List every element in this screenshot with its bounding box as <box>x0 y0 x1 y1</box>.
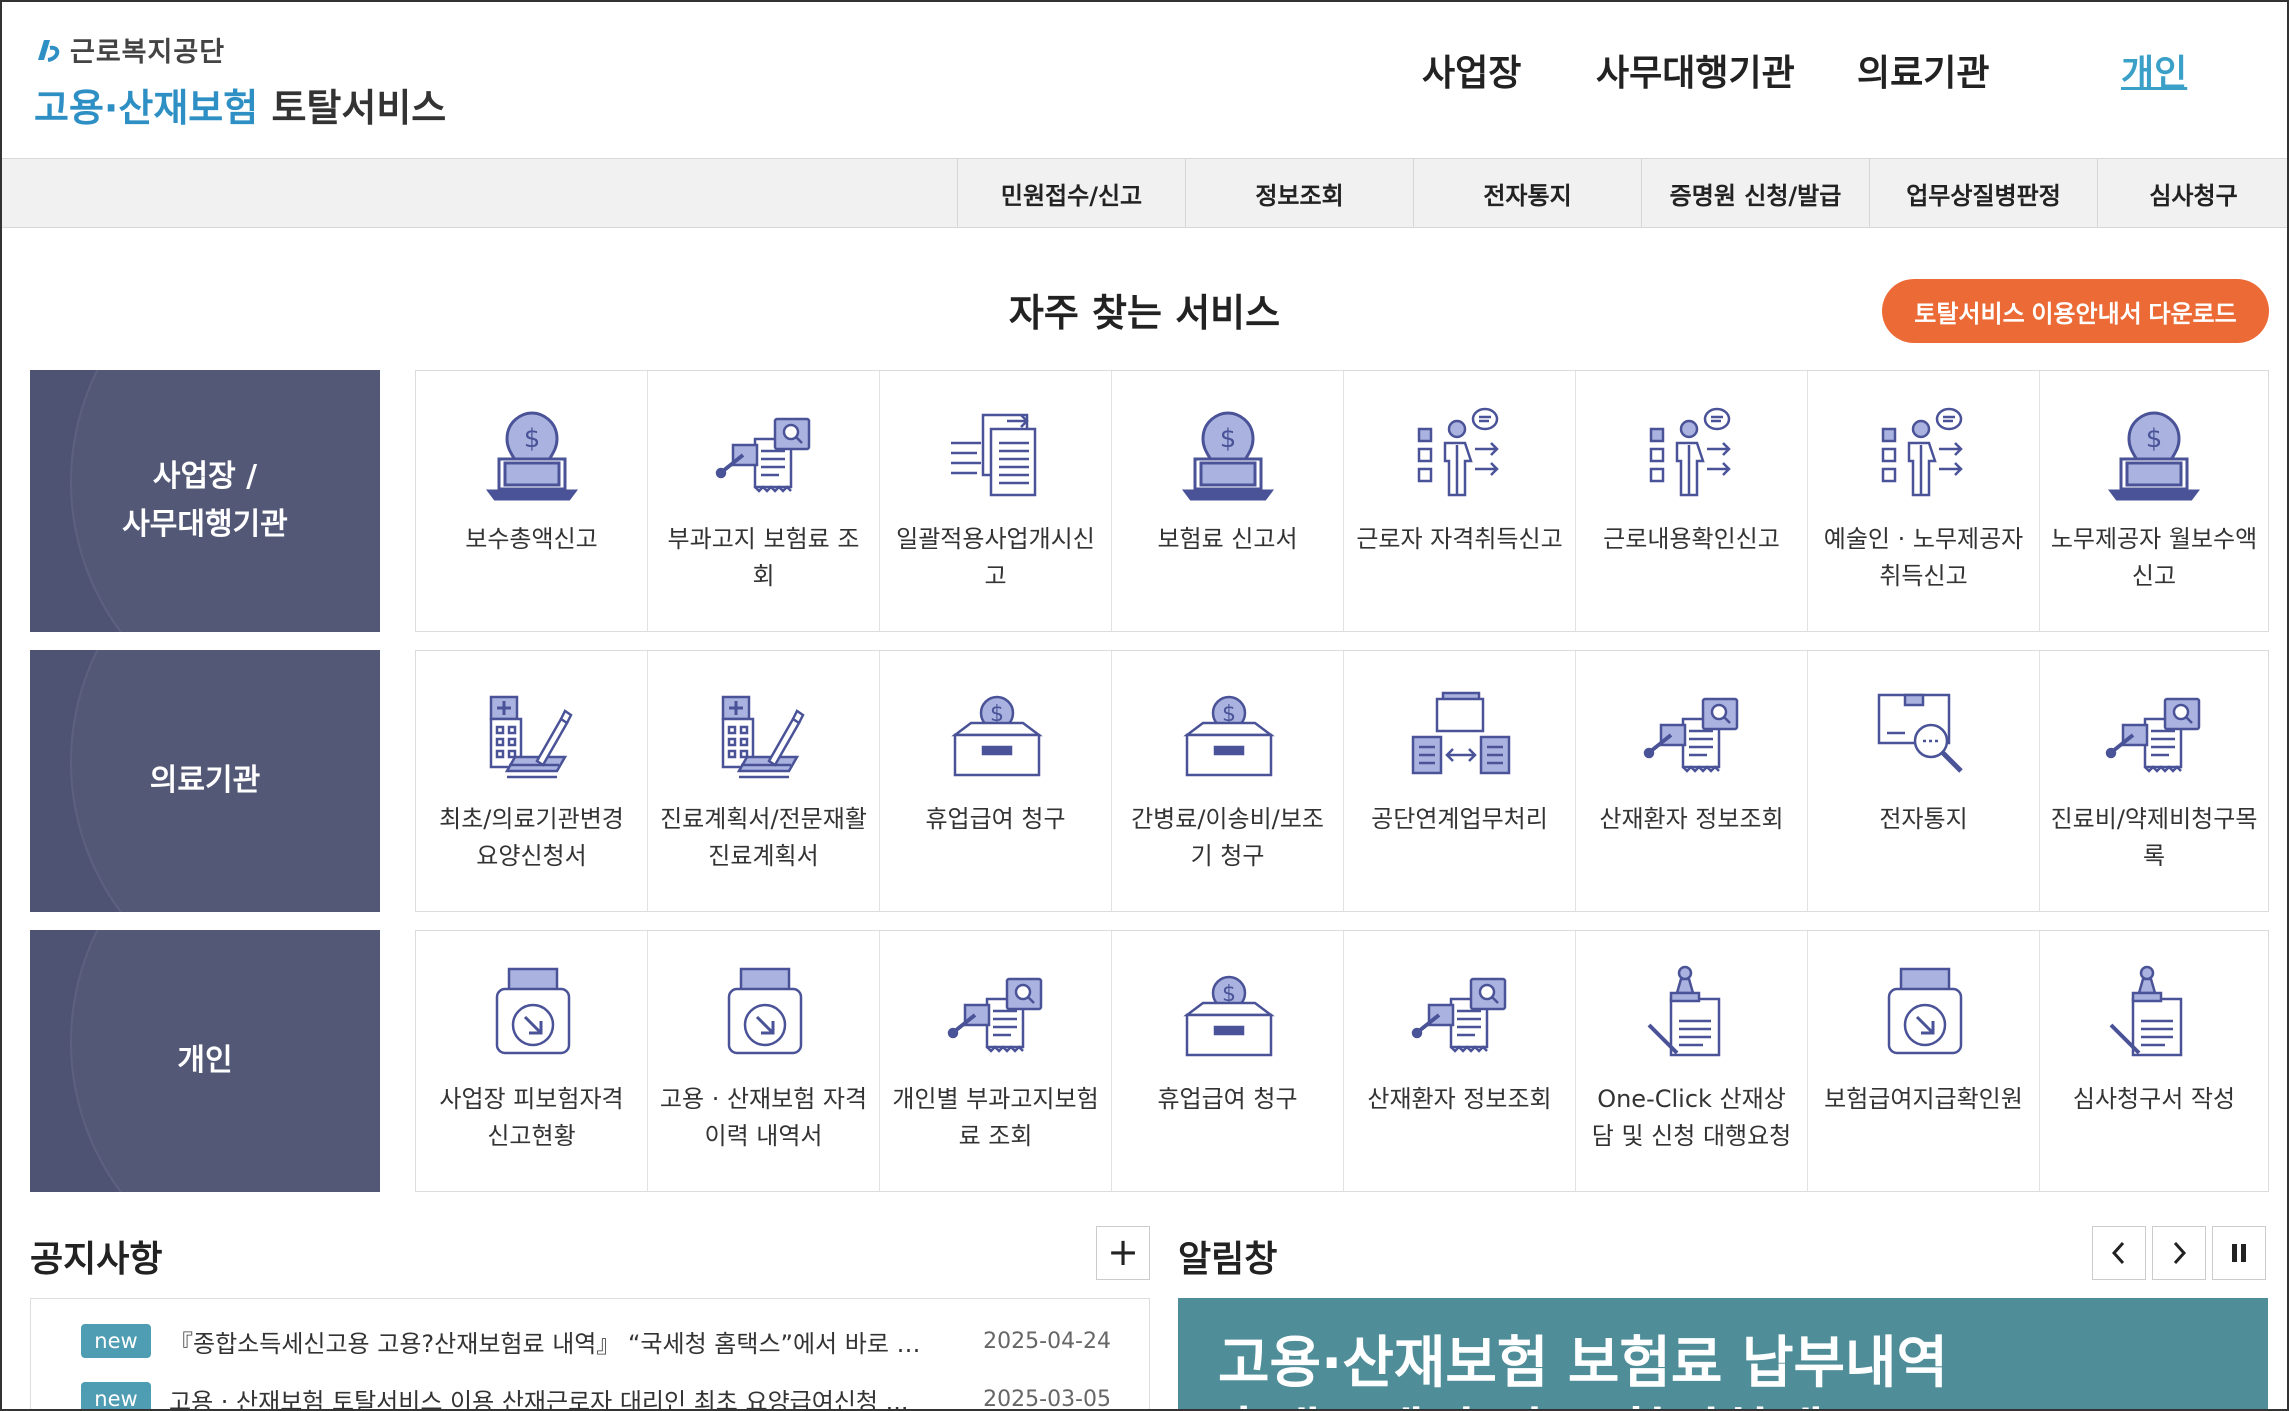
nav-personal[interactable]: 개인 <box>2121 44 2187 96</box>
service-qualification-history[interactable]: 고용 · 산재보험 자격 이력 내역서 <box>648 931 880 1191</box>
service-grid-medical: 최초/의료기관변경 요양신청서 진료계획서/전문재활진료계획서 휴업급여 청구 … <box>415 650 2269 912</box>
service-linked-work[interactable]: 공단연계업무처리 <box>1344 651 1576 911</box>
service-bulk-business-start[interactable]: 일괄적용사업개시신고 <box>880 371 1112 631</box>
notice-date: 2025-04-24 <box>983 1328 1111 1354</box>
banner-subline: 홈택스에서 바로 확인하세요! <box>1218 1390 1901 1411</box>
new-badge: new <box>81 1382 151 1411</box>
service-leave-benefit-claim-personal[interactable]: 휴업급여 청구 <box>1112 931 1344 1191</box>
service-wage-total-report[interactable]: 보수총액신고 <box>416 371 648 631</box>
service-initial-care-request[interactable]: 최초/의료기관변경 요양신청서 <box>416 651 648 911</box>
notice-item[interactable]: new 고용 · 산재보험 토탈서비스 이용 산재근로자 대리인 최초 요양급여… <box>81 1379 1111 1411</box>
category-personal: 개인 <box>30 930 380 1192</box>
menu-occupational-disease[interactable]: 업무상질병판정 <box>1869 159 2097 227</box>
service-medical-fee-list[interactable]: 진료비/약제비청구목록 <box>2040 651 2268 911</box>
money-laptop-icon <box>487 411 576 501</box>
category-workplace-agency: 사업장 / 사무대행기관 <box>30 370 380 632</box>
download-printer-icon <box>727 967 802 1055</box>
service-insured-status[interactable]: 사업장 피보험자격 신고현황 <box>416 931 648 1191</box>
coin-box-icon <box>1185 695 1272 777</box>
new-badge: new <box>81 1324 151 1358</box>
service-grid-personal: 사업장 피보험자격 신고현황 고용 · 산재보험 자격 이력 내역서 개인별 부… <box>415 930 2269 1192</box>
service-worker-acquisition[interactable]: 근로자 자격취득신고 <box>1344 371 1576 631</box>
service-personal-premium-lookup[interactable]: 개인별 부과고지보험료 조회 <box>880 931 1112 1191</box>
site-header: 근로복지공단 고용·산재보험 토탈서비스 사업장 사무대행기관 의료기관 개인 <box>0 0 2289 158</box>
service-premium-report[interactable]: 보험료 신고서 <box>1112 371 1344 631</box>
service-leave-benefit-claim[interactable]: 휴업급여 청구 <box>880 651 1112 911</box>
service-one-click-consult[interactable]: One-Click 산재상담 및 신청 대행요청 <box>1576 931 1808 1191</box>
plus-icon: + <box>1107 1230 1139 1274</box>
service-treatment-plan[interactable]: 진료계획서/전문재활진료계획서 <box>648 651 880 911</box>
notice-item[interactable]: new 『종합소득세신고용 고용?산재보험료 내역』 “국세청 홈택스”에서 바… <box>81 1321 1111 1361</box>
chevron-left-icon <box>2111 1241 2125 1265</box>
presenter-icon <box>1881 407 1962 497</box>
menu-info-lookup[interactable]: 정보조회 <box>1185 159 1413 227</box>
alert-banner[interactable]: 고용·산재보험 보험료 납부내역 홈택스에서 바로 확인하세요! <box>1178 1298 2268 1411</box>
banner-headline: 고용·산재보험 보험료 납부내역 <box>1218 1331 1949 1396</box>
stamp-document-icon <box>2109 965 2183 1057</box>
notice-text[interactable]: 고용 · 산재보험 토탈서비스 이용 산재근로자 대리인 최초 요양급여신청 .… <box>169 1382 929 1411</box>
notice-list: new 『종합소득세신고용 고용?산재보험료 내역』 “국세청 홈택스”에서 바… <box>30 1298 1150 1411</box>
document-search-icon <box>714 417 811 493</box>
hospital-pen-icon <box>489 695 572 779</box>
box-search-icon <box>1869 679 1979 789</box>
alert-next-button[interactable] <box>2152 1226 2206 1280</box>
chevron-right-icon <box>2173 1241 2187 1265</box>
service-patient-info-personal[interactable]: 산재환자 정보조회 <box>1344 931 1576 1191</box>
nav-agency[interactable]: 사무대행기관 <box>1596 44 1795 96</box>
document-list-icon <box>949 413 1036 497</box>
pause-icon <box>2232 1244 2246 1262</box>
menu-appeal[interactable]: 심사청구 <box>2097 159 2289 227</box>
notice-text[interactable]: 『종합소득세신고용 고용?산재보험료 내역』 “국세청 홈택스”에서 바로 확.… <box>169 1324 929 1359</box>
download-printer-icon <box>1887 967 1962 1055</box>
document-search-icon <box>1410 977 1507 1053</box>
guide-download-button[interactable]: 토탈서비스 이용안내서 다운로드 <box>1882 279 2269 343</box>
money-laptop-icon <box>2109 411 2199 501</box>
alert-pause-button[interactable] <box>2212 1226 2266 1280</box>
service-benefit-payment-confirm[interactable]: 보험급여지급확인원 <box>1808 931 2040 1191</box>
notice-date: 2025-03-05 <box>983 1386 1111 1411</box>
notice-more-button[interactable]: + <box>1096 1226 1150 1280</box>
coin-box-icon <box>953 695 1040 777</box>
presenter-icon <box>1649 407 1730 497</box>
service-premium-notice-lookup[interactable]: 부과고지 보험료 조회 <box>648 371 880 631</box>
service-work-content-check[interactable]: 근로내용확인신고 <box>1576 371 1808 631</box>
alert-title: 알림창 <box>1178 1239 1278 1280</box>
global-menu-bar: 민원접수/신고 정보조회 전자통지 증명원 신청/발급 업무상질병판정 심사청구 <box>0 158 2289 228</box>
service-e-notice[interactable]: 전자통지 <box>1808 651 2040 911</box>
hospital-pen-icon <box>721 695 804 779</box>
document-search-icon <box>2105 697 2201 773</box>
alert-prev-button[interactable] <box>2092 1226 2146 1280</box>
document-search-icon <box>946 977 1043 1053</box>
notice-title: 공지사항 <box>30 1239 163 1280</box>
download-printer-icon <box>495 967 570 1055</box>
menu-e-notice[interactable]: 전자통지 <box>1413 159 1641 227</box>
coin-box-icon <box>1185 975 1272 1057</box>
category-medical: 의료기관 <box>30 650 380 912</box>
stamp-document-icon <box>1646 965 1721 1057</box>
nav-workplace[interactable]: 사업장 <box>1422 44 1521 96</box>
service-patient-info-lookup[interactable]: 산재환자 정보조회 <box>1576 651 1808 911</box>
service-appeal-write[interactable]: 심사청구서 작성 <box>2040 931 2268 1191</box>
service-monthly-pay-report[interactable]: 노무제공자 월보수액 신고 <box>2040 371 2268 631</box>
money-laptop-icon <box>1183 411 1272 501</box>
service-nursing-transport-claim[interactable]: 간병료/이송비/보조기 청구 <box>1112 651 1344 911</box>
nav-medical[interactable]: 의료기관 <box>1857 44 1989 96</box>
top-navigation: 사업장 사무대행기관 의료기관 개인 <box>0 44 2289 104</box>
service-grid-workplace: 보수총액신고 부과고지 보험료 조회 일괄적용사업개시신고 보험료 신고서 근로… <box>415 370 2269 632</box>
exchange-icon <box>1411 691 1510 775</box>
menu-certificate[interactable]: 증명원 신청/발급 <box>1641 159 1869 227</box>
service-artist-acquisition[interactable]: 예술인 · 노무제공자 취득신고 <box>1808 371 2040 631</box>
document-search-icon <box>1642 697 1739 773</box>
menu-civil-report[interactable]: 민원접수/신고 <box>957 159 1185 227</box>
presenter-icon <box>1417 407 1498 497</box>
